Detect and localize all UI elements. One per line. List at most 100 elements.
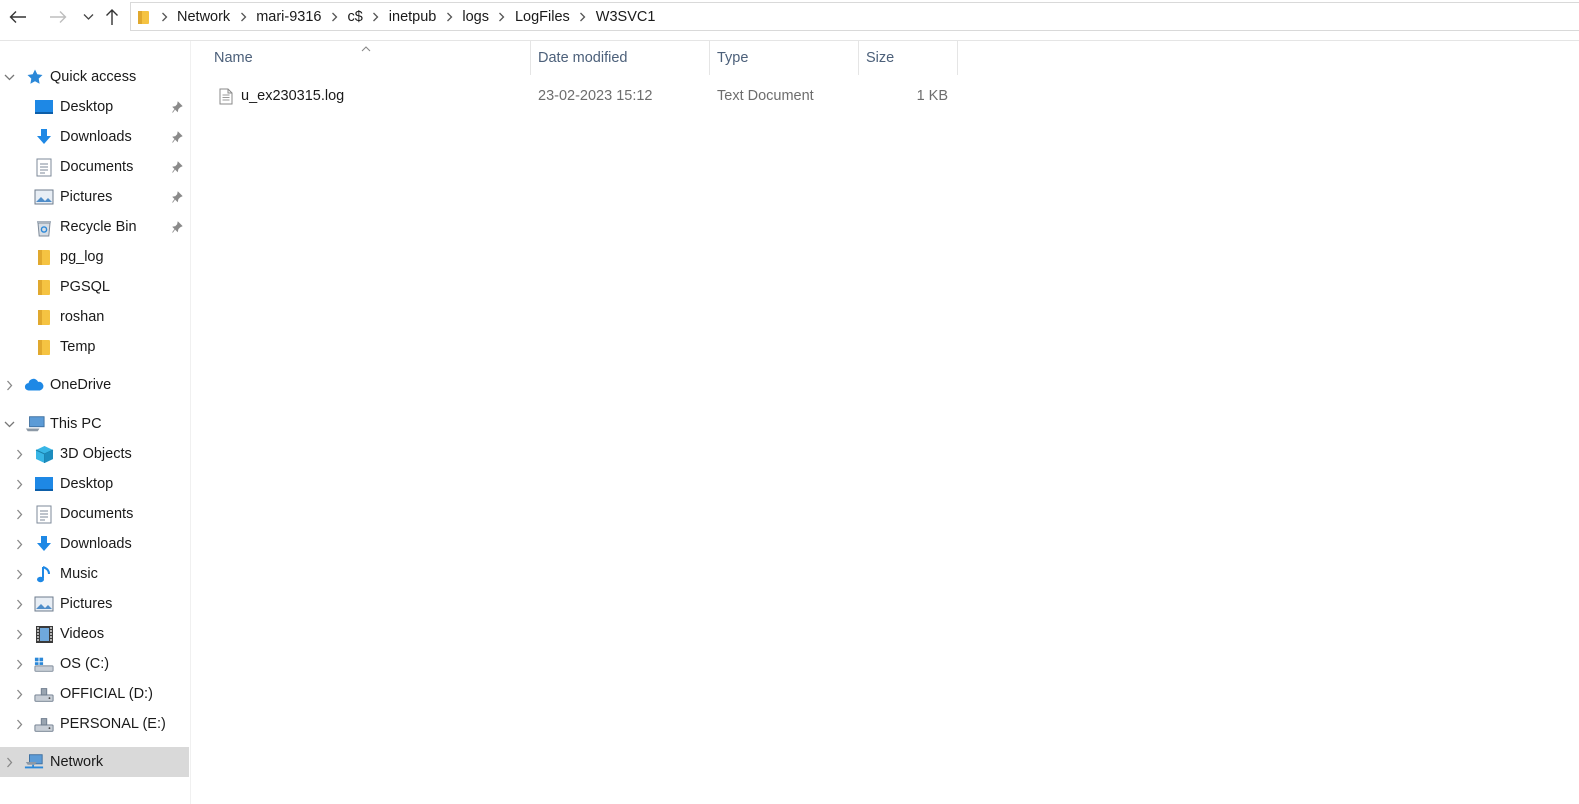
chevron-right-icon[interactable]	[12, 657, 26, 671]
pin-icon[interactable]	[170, 130, 184, 144]
sidebar-item-os-c[interactable]: OS (C:)	[0, 649, 189, 679]
drive-icon	[34, 684, 54, 704]
column-header-size[interactable]: Size	[859, 41, 958, 75]
pane-divider	[190, 41, 191, 804]
sidebar-item-label: PGSQL	[60, 279, 110, 295]
address-toolbar: Network mari-9316 c$ inetpub logs LogFil…	[0, 0, 1579, 34]
chevron-right-icon[interactable]	[12, 597, 26, 611]
chevron-right-icon[interactable]	[12, 477, 26, 491]
up-button[interactable]	[100, 4, 124, 30]
sidebar-item-quick-access[interactable]: Quick access	[0, 62, 189, 92]
sidebar-item-label: OFFICIAL (D:)	[60, 686, 153, 702]
sidebar-item-recycle-bin[interactable]: Recycle Bin	[0, 212, 189, 242]
drive-icon	[34, 714, 54, 734]
chevron-right-icon[interactable]	[12, 717, 26, 731]
sidebar-item-pg-log[interactable]: pg_log	[0, 242, 189, 272]
pictures-icon	[34, 594, 54, 614]
sidebar-item-downloads[interactable]: Downloads	[0, 122, 189, 152]
file-row[interactable]: u_ex230315.log 23-02-2023 15:12 Text Doc…	[191, 81, 1579, 111]
sidebar-item-label: Network	[50, 754, 104, 770]
chevron-down-icon[interactable]	[2, 70, 16, 84]
pin-icon[interactable]	[170, 160, 184, 174]
forward-button[interactable]	[46, 4, 70, 30]
pin-icon[interactable]	[170, 100, 184, 114]
chevron-right-icon[interactable]	[12, 447, 26, 461]
pictures-icon	[34, 187, 54, 207]
column-header-type[interactable]: Type	[710, 41, 859, 75]
chevron-right-icon[interactable]	[2, 755, 16, 769]
chevron-right-icon[interactable]	[572, 12, 594, 22]
computer-icon	[25, 414, 45, 434]
chevron-right-icon[interactable]	[323, 12, 345, 22]
folder-icon	[34, 247, 54, 267]
file-size: 1 KB	[916, 88, 948, 104]
sidebar-item-documents[interactable]: Documents	[0, 152, 189, 182]
breadcrumb-share[interactable]: c$	[345, 9, 364, 25]
sidebar-item-this-pc[interactable]: This PC	[0, 409, 189, 439]
chevron-right-icon[interactable]	[153, 12, 175, 22]
sidebar-item-label: OneDrive	[50, 377, 112, 393]
column-header-date-modified[interactable]: Date modified	[531, 41, 710, 75]
sidebar-item-desktop[interactable]: Desktop	[0, 92, 189, 122]
breadcrumb-inetpub[interactable]: inetpub	[387, 9, 439, 25]
sidebar-item-pictures[interactable]: Pictures	[0, 182, 189, 212]
recent-locations-button[interactable]	[76, 4, 100, 30]
videos-icon	[34, 624, 54, 644]
downloads-icon	[34, 534, 54, 554]
chevron-right-icon[interactable]	[2, 378, 16, 392]
chevron-right-icon[interactable]	[12, 507, 26, 521]
address-bar[interactable]: Network mari-9316 c$ inetpub logs LogFil…	[130, 2, 1579, 31]
sidebar-item-label: Pictures	[60, 189, 113, 205]
pin-icon[interactable]	[170, 190, 184, 204]
chevron-down-icon	[83, 14, 93, 20]
sidebar-item-label: Desktop	[60, 99, 114, 115]
chevron-right-icon[interactable]	[232, 12, 254, 22]
back-button[interactable]	[6, 4, 30, 30]
music-icon	[34, 564, 54, 584]
pin-icon[interactable]	[170, 220, 184, 234]
sidebar-item-network[interactable]: Network	[0, 747, 189, 777]
sidebar-item-pc-desktop[interactable]: Desktop	[0, 469, 189, 499]
sidebar-item-videos[interactable]: Videos	[0, 619, 189, 649]
arrow-up-icon	[106, 9, 118, 25]
folder-icon	[34, 307, 54, 327]
sidebar-item-pc-downloads[interactable]: Downloads	[0, 529, 189, 559]
column-headers: Name Date modified Type Size	[191, 41, 1579, 75]
chevron-right-icon[interactable]	[12, 537, 26, 551]
chevron-right-icon[interactable]	[12, 687, 26, 701]
sidebar-item-label: This PC	[50, 416, 102, 432]
sidebar-item-pc-pictures[interactable]: Pictures	[0, 589, 189, 619]
chevron-right-icon[interactable]	[12, 567, 26, 581]
sidebar-item-onedrive[interactable]: OneDrive	[0, 370, 189, 400]
sidebar-item-pc-documents[interactable]: Documents	[0, 499, 189, 529]
sidebar-item-personal-e[interactable]: PERSONAL (E:)	[0, 709, 189, 739]
sidebar-item-label: 3D Objects	[60, 446, 132, 462]
file-name[interactable]: u_ex230315.log	[241, 81, 344, 111]
sidebar-item-label: Videos	[60, 626, 105, 642]
chevron-right-icon[interactable]	[365, 12, 387, 22]
desktop-icon	[34, 474, 54, 494]
windows-drive-icon	[34, 654, 54, 674]
breadcrumb-logfiles[interactable]: LogFiles	[513, 9, 572, 25]
sidebar-item-pgsql[interactable]: PGSQL	[0, 272, 189, 302]
arrow-right-icon	[50, 11, 67, 23]
breadcrumb-network[interactable]: Network	[175, 9, 232, 25]
folder-icon	[34, 277, 54, 297]
chevron-down-icon[interactable]	[2, 417, 16, 431]
sidebar-item-3d-objects[interactable]: 3D Objects	[0, 439, 189, 469]
sidebar-item-roshan[interactable]: roshan	[0, 302, 189, 332]
chevron-right-icon[interactable]	[491, 12, 513, 22]
file-type: Text Document	[717, 88, 814, 104]
navigation-pane[interactable]: Quick access Desktop Downloads Documents…	[0, 41, 190, 804]
breadcrumb-logs[interactable]: logs	[460, 9, 491, 25]
sidebar-item-music[interactable]: Music	[0, 559, 189, 589]
folder-icon	[135, 8, 153, 26]
breadcrumb-host[interactable]: mari-9316	[254, 9, 323, 25]
breadcrumb-w3svc1[interactable]: W3SVC1	[594, 9, 658, 25]
documents-icon	[34, 504, 54, 524]
sidebar-item-label: Documents	[60, 506, 134, 522]
sidebar-item-official-d[interactable]: OFFICIAL (D:)	[0, 679, 189, 709]
sidebar-item-temp[interactable]: Temp	[0, 332, 189, 362]
chevron-right-icon[interactable]	[438, 12, 460, 22]
chevron-right-icon[interactable]	[12, 627, 26, 641]
